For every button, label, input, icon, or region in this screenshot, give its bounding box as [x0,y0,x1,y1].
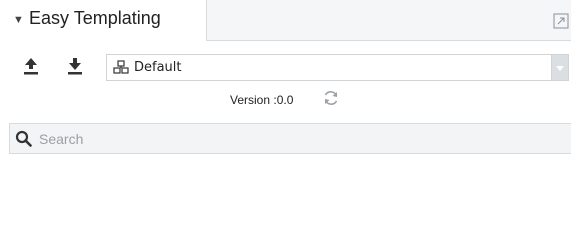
search-box [9,123,571,154]
search-icon [15,130,32,147]
template-icon [113,60,129,74]
panel-title: Easy Templating [29,8,161,28]
panel-header: ▼ Easy Templating [0,0,571,41]
template-select-value: Default [134,60,182,75]
expand-icon[interactable] [553,13,569,29]
caret-down-icon[interactable]: ▼ [13,14,24,26]
template-select[interactable]: Default [106,54,569,81]
panel-tab[interactable]: ▼ Easy Templating [0,0,207,41]
easy-templating-panel: ▼ Easy Templating Default Version :0.0 [0,0,571,242]
chevron-down-icon[interactable] [551,55,568,80]
version-label: Version :0.0 [230,93,294,107]
template-list-area [9,154,571,242]
download-icon[interactable] [66,56,84,76]
refresh-icon[interactable] [322,89,340,107]
search-input[interactable] [37,128,561,150]
upload-icon[interactable] [22,56,40,76]
